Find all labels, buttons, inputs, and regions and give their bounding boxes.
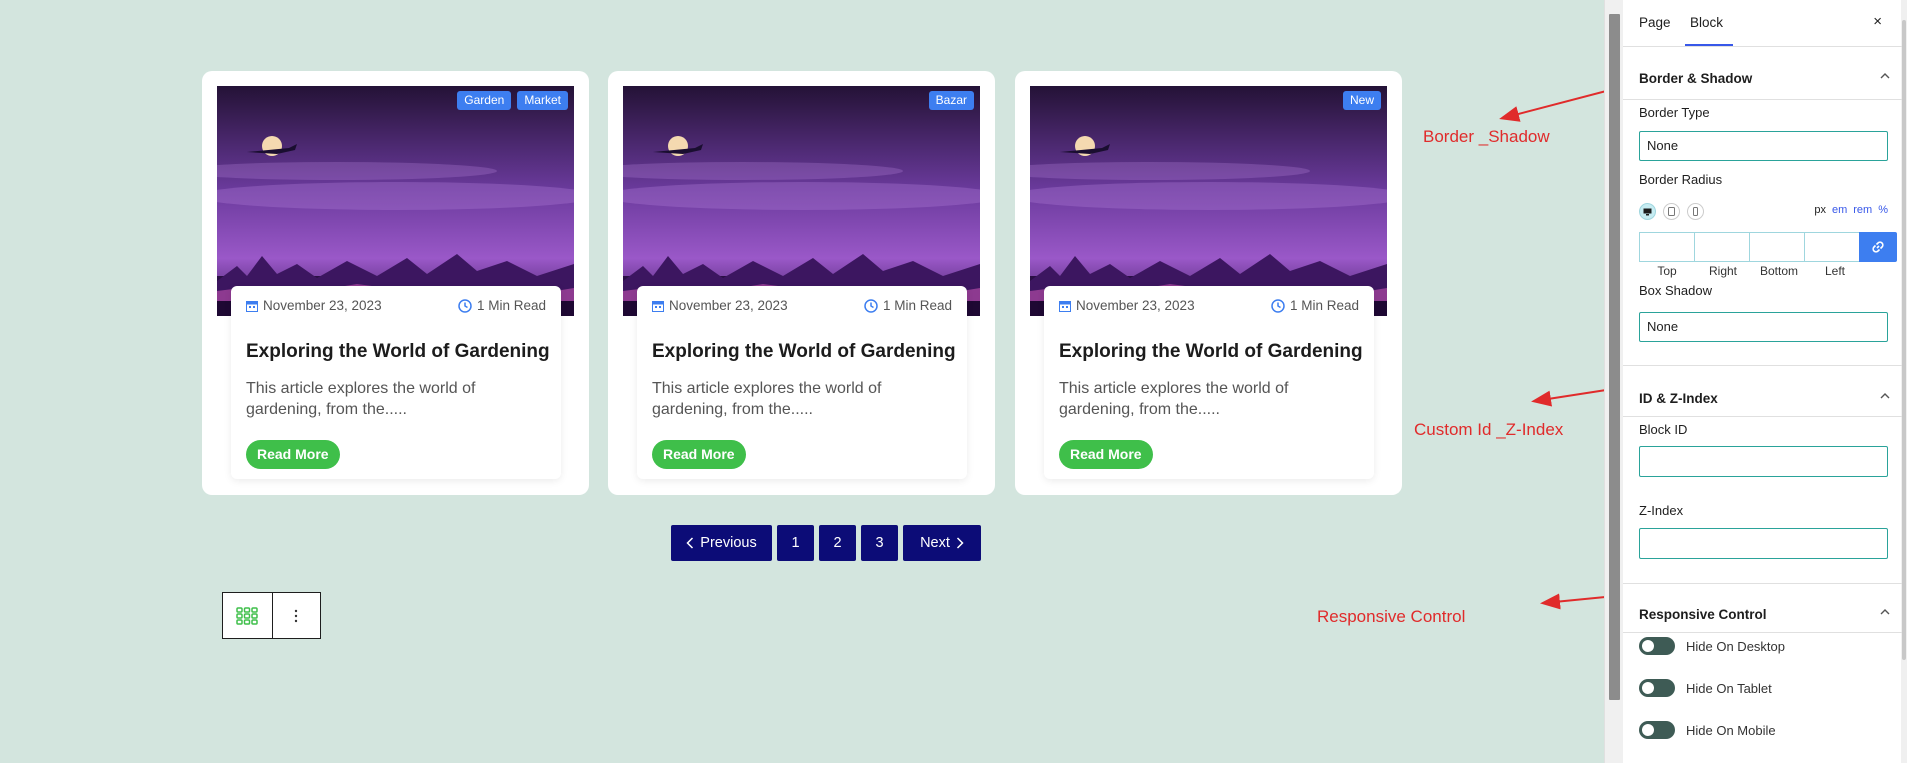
radius-labels: Top Right Bottom Left xyxy=(1639,264,1863,278)
divider xyxy=(1623,99,1902,100)
box-shadow-label: Box Shadow xyxy=(1639,283,1712,298)
block-id-input[interactable] xyxy=(1639,446,1888,477)
panel-responsive-toggle[interactable]: Responsive Control xyxy=(1623,593,1902,635)
unit-percent[interactable]: % xyxy=(1878,204,1888,216)
hide-on-mobile-toggle[interactable] xyxy=(1639,721,1675,739)
border-type-label: Border Type xyxy=(1639,105,1710,120)
chevron-up-icon xyxy=(1880,606,1890,618)
chevron-up-icon xyxy=(1880,70,1890,82)
mobile-device-button[interactable] xyxy=(1687,203,1704,220)
settings-sidebar: Page Block × Border & Shadow Border Type… xyxy=(1604,0,1907,763)
unit-em[interactable]: em xyxy=(1832,204,1847,216)
border-radius-label: Border Radius xyxy=(1639,172,1723,187)
box-shadow-select[interactable]: None xyxy=(1639,312,1888,342)
hide-on-mobile-label: Hide On Mobile xyxy=(1686,722,1776,738)
sidebar-tabs: Page Block × xyxy=(1623,0,1902,47)
divider xyxy=(1623,632,1902,633)
block-id-label: Block ID xyxy=(1639,422,1688,437)
panel-title: ID & Z-Index xyxy=(1639,391,1718,406)
radius-label-right: Right xyxy=(1708,264,1737,278)
annotation-arrows xyxy=(1499,83,1637,610)
zindex-input[interactable] xyxy=(1639,528,1888,559)
radius-label-bottom: Bottom xyxy=(1759,264,1798,278)
radius-bottom-input[interactable] xyxy=(1749,232,1805,262)
desktop-device-button[interactable] xyxy=(1639,203,1656,220)
hide-on-tablet-row: Hide On Tablet xyxy=(1639,679,1772,697)
radius-top-input[interactable] xyxy=(1639,232,1695,262)
unit-selector: px em rem % xyxy=(1814,204,1888,216)
panel-title: Responsive Control xyxy=(1639,607,1767,622)
divider xyxy=(1623,365,1902,366)
link-icon xyxy=(1872,241,1884,253)
mobile-icon xyxy=(1693,207,1698,216)
tab-page[interactable]: Page xyxy=(1639,15,1671,30)
border-type-select[interactable]: None xyxy=(1639,131,1888,161)
hide-on-tablet-label: Hide On Tablet xyxy=(1686,680,1772,696)
hide-on-desktop-row: Hide On Desktop xyxy=(1639,637,1785,655)
divider xyxy=(1623,583,1902,584)
panel-id-zindex-toggle[interactable]: ID & Z-Index xyxy=(1623,377,1902,419)
sidebar-content: Page Block × Border & Shadow Border Type… xyxy=(1623,0,1902,763)
unit-rem[interactable]: rem xyxy=(1853,204,1872,216)
chevron-up-icon xyxy=(1880,390,1890,402)
hide-on-desktop-label: Hide On Desktop xyxy=(1686,638,1785,654)
radius-label-left: Left xyxy=(1824,264,1845,278)
radius-left-input[interactable] xyxy=(1804,232,1860,262)
desktop-icon xyxy=(1643,208,1652,215)
hide-on-tablet-toggle[interactable] xyxy=(1639,679,1675,697)
sidebar-scrollbar[interactable] xyxy=(1605,0,1623,763)
unit-px[interactable]: px xyxy=(1814,204,1826,216)
tablet-device-button[interactable] xyxy=(1663,203,1680,220)
hide-on-desktop-toggle[interactable] xyxy=(1639,637,1675,655)
link-values-button[interactable] xyxy=(1859,232,1897,262)
radius-right-input[interactable] xyxy=(1694,232,1750,262)
tablet-icon xyxy=(1668,207,1675,216)
scrollbar-thumb[interactable] xyxy=(1609,14,1620,700)
close-sidebar-button[interactable]: × xyxy=(1873,13,1882,30)
divider xyxy=(1623,416,1902,417)
scrollbar-thumb[interactable] xyxy=(1902,20,1906,660)
device-switcher xyxy=(1639,203,1704,220)
active-tab-indicator xyxy=(1685,44,1733,46)
border-radius-inputs xyxy=(1639,232,1897,262)
panel-title: Border & Shadow xyxy=(1639,71,1753,86)
zindex-label: Z-Index xyxy=(1639,503,1684,518)
panel-border-shadow-toggle[interactable]: Border & Shadow xyxy=(1623,57,1902,99)
tab-block[interactable]: Block xyxy=(1690,15,1723,30)
hide-on-mobile-row: Hide On Mobile xyxy=(1639,721,1776,739)
radius-label-top: Top xyxy=(1657,264,1677,278)
